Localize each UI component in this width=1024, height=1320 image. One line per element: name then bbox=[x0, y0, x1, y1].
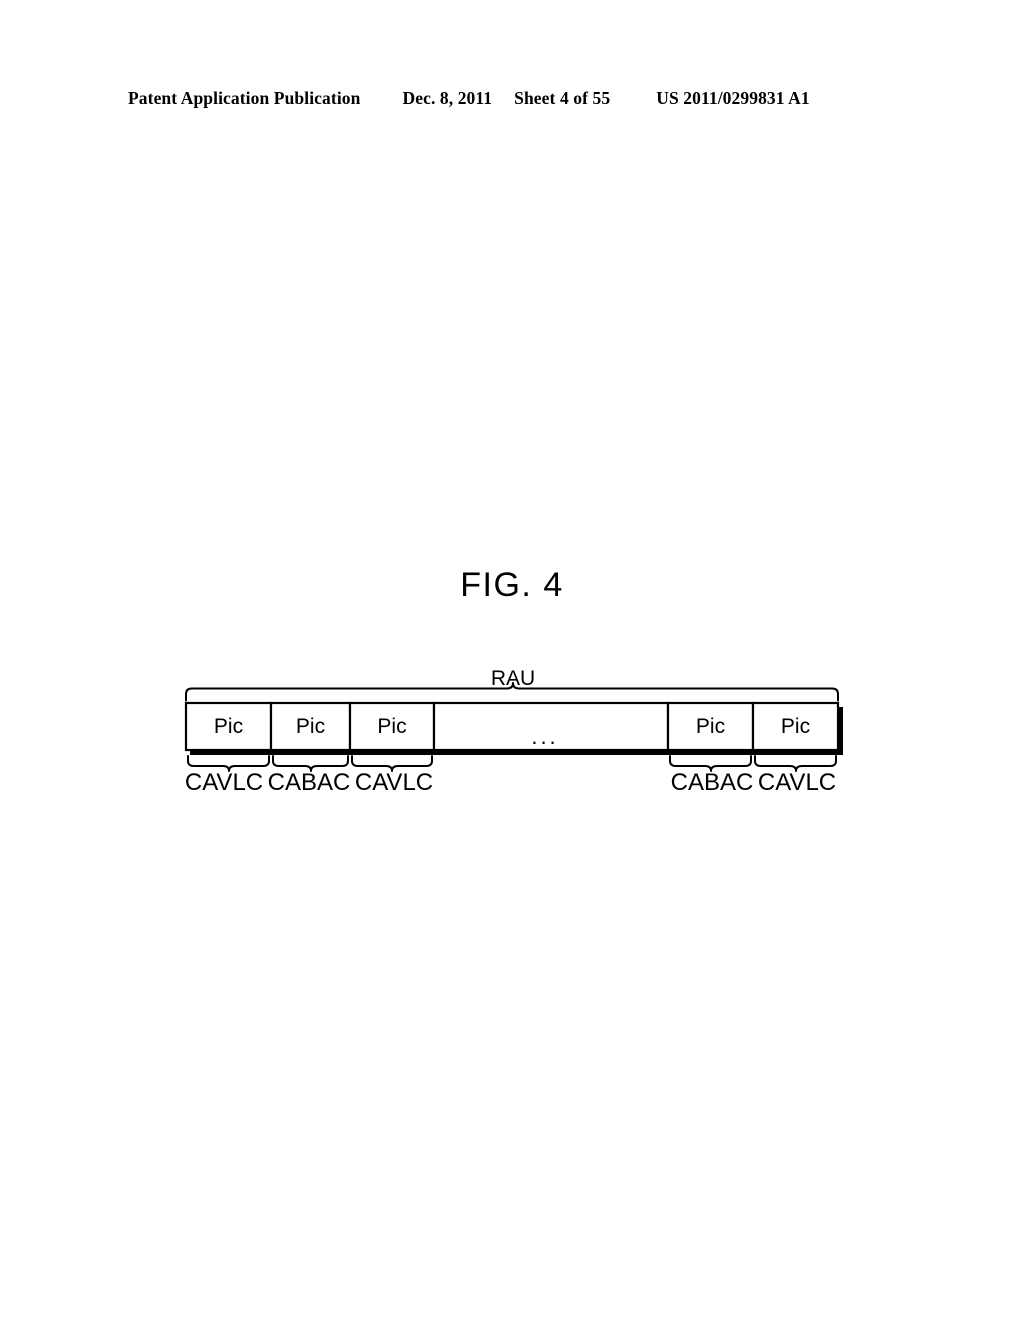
figure-title: FIG. 4 bbox=[460, 566, 564, 604]
sheet-number: Sheet 4 of 55 bbox=[514, 88, 611, 108]
rau-top-brace bbox=[185, 682, 839, 702]
coding-label-4: CABAC bbox=[671, 769, 754, 796]
figure-4-diagram: RAU Pic Pic Pic ... Pic Pic CAVLC CABAC … bbox=[0, 650, 1024, 820]
publication-label: Patent Application Publication bbox=[128, 88, 361, 108]
pic-cell-3-label: Pic bbox=[377, 715, 406, 738]
pic-cell-1-label: Pic bbox=[214, 715, 243, 738]
publication-date: Dec. 8, 2011 bbox=[402, 88, 493, 108]
pic-cell-4-label: Pic bbox=[696, 715, 725, 738]
pic-cell-5-label: Pic bbox=[781, 715, 810, 738]
patent-number: US 2011/0299831 A1 bbox=[656, 88, 810, 108]
coding-label-1: CAVLC bbox=[185, 769, 263, 796]
continuation-ellipsis: ... bbox=[531, 724, 558, 749]
pic-cell-2-label: Pic bbox=[296, 715, 325, 738]
coding-label-2: CABAC bbox=[268, 769, 351, 796]
coding-label-3: CAVLC bbox=[355, 769, 433, 796]
patent-running-header: Patent Application Publication Dec. 8, 2… bbox=[128, 88, 896, 114]
coding-label-5: CAVLC bbox=[758, 769, 836, 796]
